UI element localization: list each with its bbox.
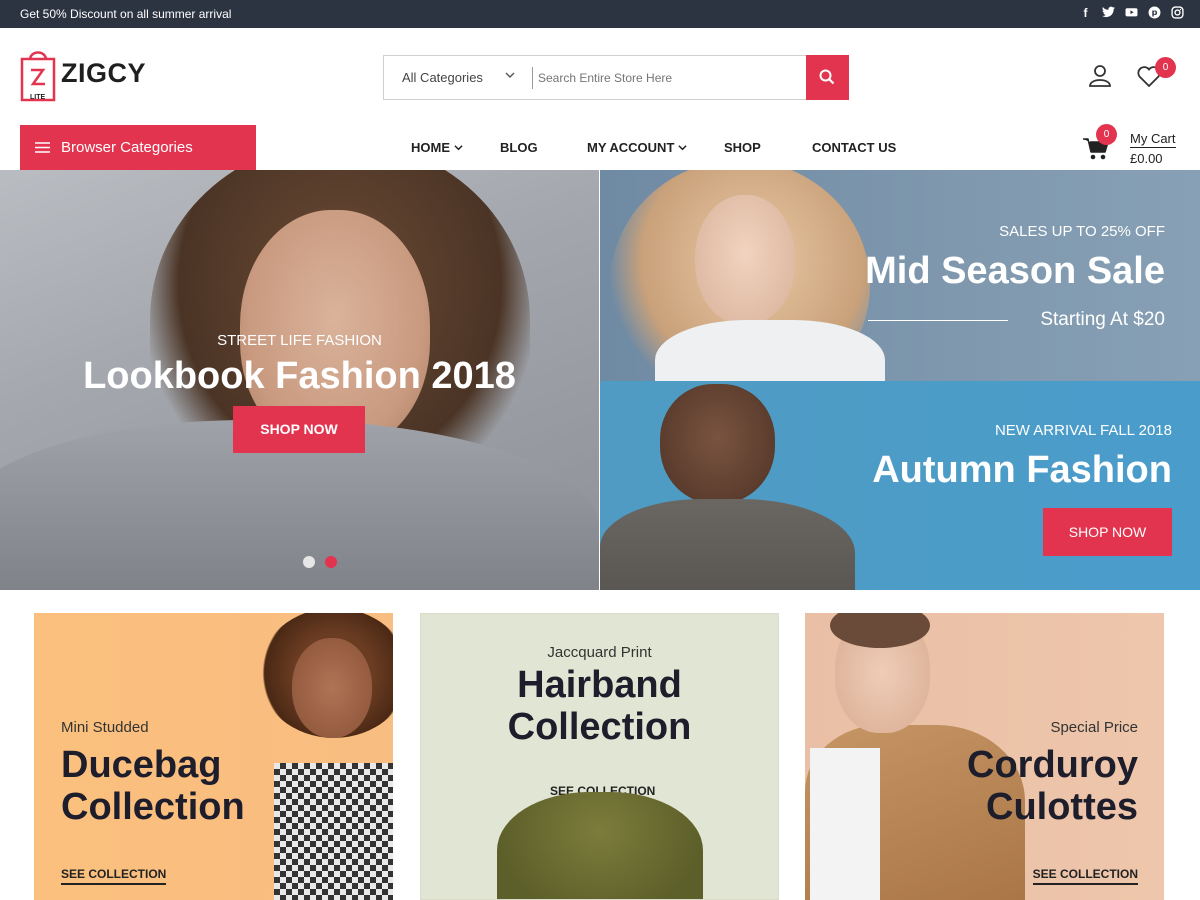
instagram-icon[interactable] — [1171, 6, 1184, 20]
browse-categories-label: Browser Categories — [61, 139, 193, 156]
card-pretitle: Jaccquard Print — [547, 644, 652, 661]
green-bag-image — [497, 792, 703, 899]
card-title-line-1: Hairband — [517, 664, 682, 706]
chevron-down-icon — [678, 145, 687, 151]
search-icon — [819, 69, 835, 85]
model-blouse-image — [655, 320, 885, 381]
facebook-icon[interactable]: f — [1079, 6, 1092, 20]
nav-shop-label: SHOP — [724, 140, 761, 155]
model-gingham-top-image — [274, 763, 393, 900]
slider-dots — [303, 556, 337, 568]
nav-shop[interactable]: SHOP — [724, 140, 761, 155]
twitter-icon[interactable] — [1102, 6, 1115, 20]
model-shirt-image — [600, 499, 855, 590]
brand-name: ZIGCY — [61, 58, 147, 88]
chevron-down-icon — [505, 72, 515, 78]
hero-mid-season-banner[interactable]: SALES UP TO 25% OFF Mid Season Sale Star… — [600, 170, 1200, 381]
search-divider — [532, 67, 533, 89]
cart-amount: £0.00 — [1130, 151, 1163, 166]
youtube-icon[interactable] — [1125, 6, 1138, 20]
search-bar: All Categories — [383, 55, 849, 100]
hamburger-menu-icon — [35, 142, 50, 153]
decorative-line — [868, 320, 1008, 321]
nav-my-account[interactable]: MY ACCOUNT — [587, 140, 687, 155]
nav-my-account-label: MY ACCOUNT — [587, 140, 675, 155]
promo-text: Get 50% Discount on all summer arrival — [20, 7, 232, 21]
site-logo[interactable]: ZIGCY LITE — [20, 46, 160, 104]
collection-card-corduroy[interactable]: Special Price Corduroy Culottes SEE COLL… — [805, 613, 1164, 900]
my-cart-link[interactable]: My Cart — [1130, 131, 1176, 148]
see-collection-link[interactable]: SEE COLLECTION — [61, 867, 167, 885]
nav-home[interactable]: HOME — [411, 140, 463, 155]
card-title-line-2: Collection — [61, 786, 245, 828]
model-head-image — [660, 384, 775, 504]
model-face-image — [695, 195, 795, 325]
hero-main-slide: STREET LIFE FASHION Lookbook Fashion 201… — [0, 170, 599, 590]
card-pretitle: Mini Studded — [61, 719, 149, 736]
model-face-image — [292, 638, 372, 738]
slider-dot-2[interactable] — [325, 556, 337, 568]
category-select[interactable]: All Categories — [402, 70, 483, 85]
chevron-down-icon — [454, 145, 463, 151]
hero-autumn-banner: NEW ARRIVAL FALL 2018 Autumn Fashion SHO… — [600, 381, 1200, 590]
collection-card-hairband[interactable]: Jaccquard Print Hairband Collection SEE … — [420, 613, 779, 900]
nav-contact-label: CONTACT US — [812, 140, 897, 155]
social-links: f p — [1079, 6, 1184, 20]
collection-card-ducebag[interactable]: Mini Studded Ducebag Collection SEE COLL… — [34, 613, 393, 900]
user-account-icon[interactable] — [1088, 63, 1112, 87]
svg-text:p: p — [1152, 7, 1158, 17]
autumn-subtitle: NEW ARRIVAL FALL 2018 — [994, 422, 1172, 439]
mid-season-price: Starting At $20 — [1040, 309, 1165, 330]
search-button[interactable] — [806, 55, 849, 100]
autumn-shop-now-button[interactable]: SHOP NOW — [1043, 508, 1172, 556]
slider-dot-1[interactable] — [303, 556, 315, 568]
top-bar: Get 50% Discount on all summer arrival f… — [0, 0, 1200, 28]
mid-season-subtitle: SALES UP TO 25% OFF — [999, 223, 1165, 240]
card-title-line-2: Collection — [507, 706, 692, 748]
card-title-line-2: Culottes — [986, 786, 1138, 828]
hero-main-title: Lookbook Fashion 2018 — [83, 355, 516, 397]
nav-home-label: HOME — [411, 140, 450, 155]
browse-categories-button[interactable]: Browser Categories — [20, 125, 256, 170]
cart-count-badge: 0 — [1096, 124, 1117, 145]
brand-sub: LITE — [30, 94, 46, 101]
autumn-title: Autumn Fashion — [872, 449, 1172, 491]
hero-main-subtitle: STREET LIFE FASHION — [217, 332, 382, 349]
nav-blog[interactable]: BLOG — [500, 140, 538, 155]
pinterest-icon[interactable]: p — [1148, 6, 1161, 20]
hero-main-shop-now-button[interactable]: SHOP NOW — [233, 406, 365, 453]
search-input[interactable] — [538, 64, 798, 92]
card-pretitle: Special Price — [1050, 719, 1138, 736]
card-title-line-1: Ducebag — [61, 744, 222, 786]
card-title-line-1: Corduroy — [967, 744, 1138, 786]
nav-blog-label: BLOG — [500, 140, 538, 155]
nav-contact-us[interactable]: CONTACT US — [812, 140, 896, 155]
see-collection-link[interactable]: SEE COLLECTION — [1032, 867, 1138, 885]
mid-season-title: Mid Season Sale — [865, 250, 1165, 292]
wishlist-count-badge: 0 — [1155, 57, 1176, 78]
model-shirt-image — [810, 748, 880, 900]
